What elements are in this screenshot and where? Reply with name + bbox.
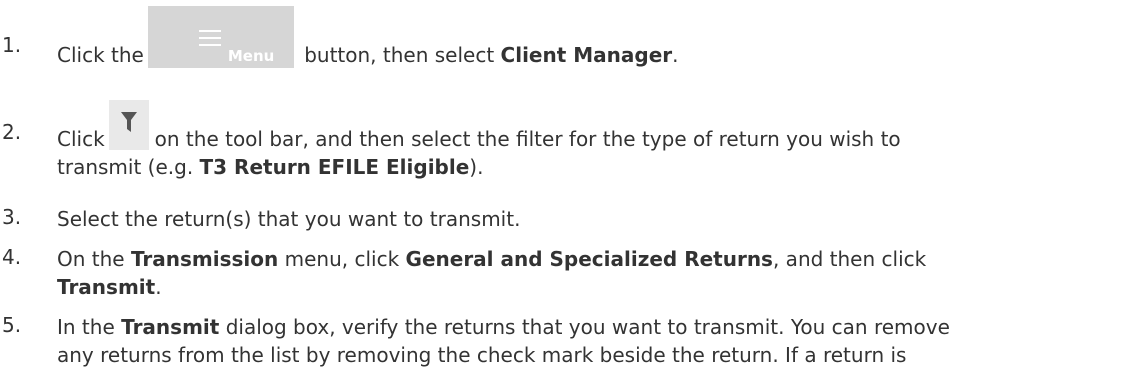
step-text-part: menu, click xyxy=(284,247,400,271)
hamburger-icon xyxy=(198,30,221,51)
step-number: 2. xyxy=(2,120,22,144)
step-bold-term: Transmission xyxy=(130,247,279,271)
step-text-part: Click the xyxy=(57,43,144,67)
menu-button-label: Menu xyxy=(227,47,275,65)
step-text: Select the return(s) that you want to tr… xyxy=(57,205,1122,233)
step-text-part: on the tool bar, and then select the fil… xyxy=(154,127,901,151)
step-text-part: . xyxy=(672,43,679,67)
step-text-part: Click xyxy=(57,127,105,151)
step-text-part: On the xyxy=(57,247,125,271)
step-number: 5. xyxy=(2,313,22,337)
step-text-part: button, then select xyxy=(304,43,495,67)
step-bold-term: Client Manager xyxy=(500,43,673,67)
filter-icon xyxy=(108,100,149,150)
step-text-part: transmit (e.g. xyxy=(57,155,194,179)
menu-button-image: Menu xyxy=(147,6,294,68)
step-text-part: ). xyxy=(469,155,484,179)
step-bold-term: T3 Return EFILE Eligible xyxy=(199,155,470,179)
step-number: 4. xyxy=(2,245,22,269)
step-text-part: Select the return(s) that you want to tr… xyxy=(57,207,521,231)
step-text: Click the Menu button, then select Client… xyxy=(57,6,1122,86)
step-text: On the Transmission menu, click General … xyxy=(57,245,1122,301)
step-text-part: dialog box, verify the returns that you … xyxy=(225,315,950,339)
step-bold-term: Transmit xyxy=(57,275,156,299)
step-bold-term: Transmit xyxy=(121,315,220,339)
step-text: In the Transmit dialog box, verify the r… xyxy=(57,313,1122,369)
step-number: 1. xyxy=(2,33,22,57)
step-text-part: . xyxy=(155,275,162,299)
step-text: Click on the tool bar, and then select th… xyxy=(57,100,1122,181)
step-text-part: , and then click xyxy=(772,247,927,271)
step-text-part: In the xyxy=(57,315,115,339)
step-text-part: any returns from the list by removing th… xyxy=(57,343,907,367)
step-number: 3. xyxy=(2,205,22,229)
step-bold-term: General and Specialized Returns xyxy=(405,247,773,271)
